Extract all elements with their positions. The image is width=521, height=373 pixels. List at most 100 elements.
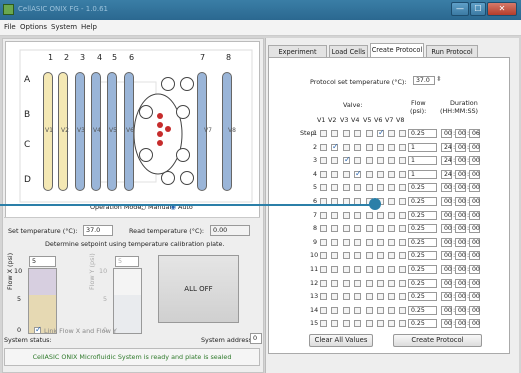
duration-ss-input[interactable]: 00 [469, 197, 480, 206]
valve-checkbox[interactable] [366, 143, 373, 151]
flow-input[interactable]: 0.25 [408, 129, 437, 138]
overlay-handle[interactable] [369, 198, 381, 210]
valve-checkbox[interactable] [354, 157, 361, 165]
flow-input[interactable]: 0.25 [408, 319, 437, 329]
set-temp-input[interactable]: 37.0 [83, 225, 113, 236]
valve-checkbox[interactable] [354, 252, 361, 260]
duration-hh-input[interactable]: 24 [441, 169, 452, 179]
valve-checkbox[interactable] [388, 252, 395, 260]
valve-checkbox[interactable] [331, 306, 338, 314]
valve-checkbox[interactable] [377, 320, 384, 328]
valve-checkbox[interactable] [320, 266, 327, 273]
valve-checkbox[interactable] [388, 143, 395, 151]
duration-hh-input[interactable]: 00 [441, 183, 452, 193]
valve-checkbox[interactable] [377, 252, 384, 260]
valve-checkbox[interactable] [320, 184, 327, 192]
valve-checkbox[interactable] [399, 198, 406, 205]
valve-checkbox[interactable] [343, 279, 350, 287]
all-off-button[interactable]: ALL OFF [158, 255, 239, 323]
valve-checkbox[interactable] [320, 170, 327, 178]
valve-checkbox[interactable] [354, 211, 361, 219]
valve-checkbox[interactable] [399, 225, 406, 233]
tab-create-protocol[interactable]: Create Protocol [370, 43, 424, 58]
valve-checkbox[interactable] [377, 170, 384, 178]
flow-input[interactable]: 0.25 [408, 197, 437, 206]
valve-checkbox[interactable] [399, 211, 406, 219]
valve-checkbox[interactable] [366, 320, 373, 328]
flow-input[interactable]: 0.25 [408, 305, 437, 315]
valve-checkbox[interactable] [377, 306, 384, 314]
valve-checkbox[interactable] [343, 306, 350, 314]
flow-input[interactable]: 1 [408, 156, 437, 166]
valve-checkbox[interactable] [366, 130, 373, 137]
valve-checkbox[interactable] [399, 293, 406, 301]
flow-input[interactable]: 0.25 [408, 265, 437, 274]
valve-checkbox[interactable] [388, 225, 395, 233]
duration-mm-input[interactable]: 00 [455, 292, 466, 302]
valve-checkbox[interactable] [399, 320, 406, 328]
duration-mm-input[interactable]: 00 [455, 183, 466, 193]
valve-checkbox[interactable] [399, 266, 406, 273]
valve-checkbox[interactable] [354, 293, 361, 301]
duration-hh-input[interactable]: 00 [441, 319, 452, 329]
valve-checkbox[interactable] [331, 238, 338, 246]
valve-checkbox[interactable] [331, 130, 338, 137]
valve-checkbox[interactable] [343, 252, 350, 260]
valve-checkbox[interactable] [343, 320, 350, 328]
flow-input[interactable]: 0.25 [408, 251, 437, 261]
valve-checkbox[interactable] [388, 238, 395, 246]
duration-ss-input[interactable]: 00 [469, 319, 480, 329]
duration-ss-input[interactable]: 00 [469, 156, 480, 166]
duration-hh-input[interactable]: 00 [441, 224, 452, 234]
valve-checkbox[interactable] [320, 211, 327, 219]
flow-input[interactable]: 0.25 [408, 224, 437, 234]
valve-checkbox[interactable] [320, 320, 327, 328]
valve-checkbox[interactable] [343, 155, 351, 165]
duration-mm-input[interactable]: 00 [455, 319, 466, 329]
duration-ss-input[interactable]: 00 [469, 210, 480, 220]
duration-mm-input[interactable]: 00 [455, 237, 466, 247]
menu-file[interactable]: File [4, 23, 16, 31]
duration-mm-input[interactable]: 00 [455, 251, 466, 261]
duration-mm-input[interactable]: 00 [455, 156, 466, 166]
valve-checkbox[interactable] [354, 320, 361, 328]
valve-checkbox[interactable] [354, 130, 361, 137]
valve-checkbox[interactable] [320, 252, 327, 260]
duration-hh-input[interactable]: 00 [441, 292, 452, 302]
valve-checkbox[interactable] [331, 157, 338, 165]
duration-mm-input[interactable]: 00 [455, 129, 466, 138]
flow-x-value[interactable]: 5 [29, 256, 56, 267]
valve-checkbox[interactable] [343, 143, 350, 151]
valve-checkbox[interactable] [399, 184, 406, 192]
valve-checkbox[interactable] [399, 130, 406, 137]
duration-hh-input[interactable]: 00 [441, 278, 452, 288]
valve-checkbox[interactable] [366, 184, 373, 192]
valve-checkbox[interactable] [366, 170, 373, 178]
valve-checkbox[interactable] [320, 143, 327, 151]
valve-checkbox[interactable] [366, 238, 373, 246]
duration-mm-input[interactable]: 00 [455, 197, 466, 206]
duration-hh-input[interactable]: 00 [441, 129, 452, 138]
valve-checkbox[interactable] [343, 238, 350, 246]
duration-ss-input[interactable]: 00 [469, 142, 480, 152]
valve-checkbox[interactable] [343, 225, 350, 233]
valve-checkbox[interactable] [331, 252, 338, 260]
valve-checkbox[interactable] [388, 157, 395, 165]
valve-checkbox[interactable] [343, 266, 350, 273]
create-protocol-button[interactable]: Create Protocol [393, 334, 482, 347]
valve-checkbox[interactable] [354, 266, 361, 273]
valve-checkbox[interactable] [399, 252, 406, 260]
maximize-button[interactable]: ☐ [470, 2, 486, 16]
valve-checkbox[interactable] [377, 157, 384, 165]
valve-checkbox[interactable] [331, 266, 338, 273]
flow-x-gauge[interactable] [28, 268, 57, 334]
valve-checkbox[interactable] [377, 279, 384, 287]
valve-checkbox[interactable] [377, 293, 384, 301]
spinner-icon[interactable]: ⬍ [436, 75, 442, 83]
valve-checkbox[interactable] [331, 211, 338, 219]
duration-hh-input[interactable]: 00 [441, 251, 452, 261]
valve-checkbox[interactable] [399, 279, 406, 287]
valve-checkbox[interactable] [366, 306, 373, 314]
menu-options[interactable]: Options [20, 23, 47, 31]
valve-checkbox[interactable] [354, 306, 361, 314]
